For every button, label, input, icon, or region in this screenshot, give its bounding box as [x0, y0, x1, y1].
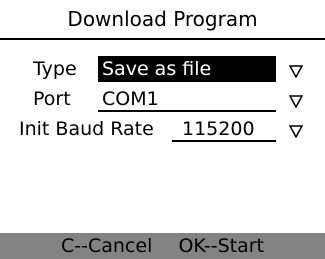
screen-title: Download Program — [67, 7, 258, 31]
type-select[interactable]: Save as file — [98, 56, 276, 82]
port-label: Port — [33, 88, 71, 110]
type-label: Type — [33, 58, 77, 80]
download-program-screen: Download Program Type Save as file Port … — [0, 0, 325, 259]
baud-rate-dropdown-icon[interactable] — [289, 124, 303, 138]
softkey-bar: C--Cancel OK--Start — [0, 233, 325, 259]
port-select[interactable]: COM1 — [98, 86, 276, 112]
type-dropdown-icon[interactable] — [289, 64, 303, 78]
baud-rate-select[interactable]: 115200 — [172, 116, 276, 142]
baud-rate-label: Init Baud Rate — [19, 118, 154, 140]
port-dropdown-icon[interactable] — [289, 94, 303, 108]
cancel-softkey[interactable]: C--Cancel — [61, 233, 152, 259]
title-divider — [0, 38, 325, 40]
start-softkey[interactable]: OK--Start — [178, 233, 264, 259]
